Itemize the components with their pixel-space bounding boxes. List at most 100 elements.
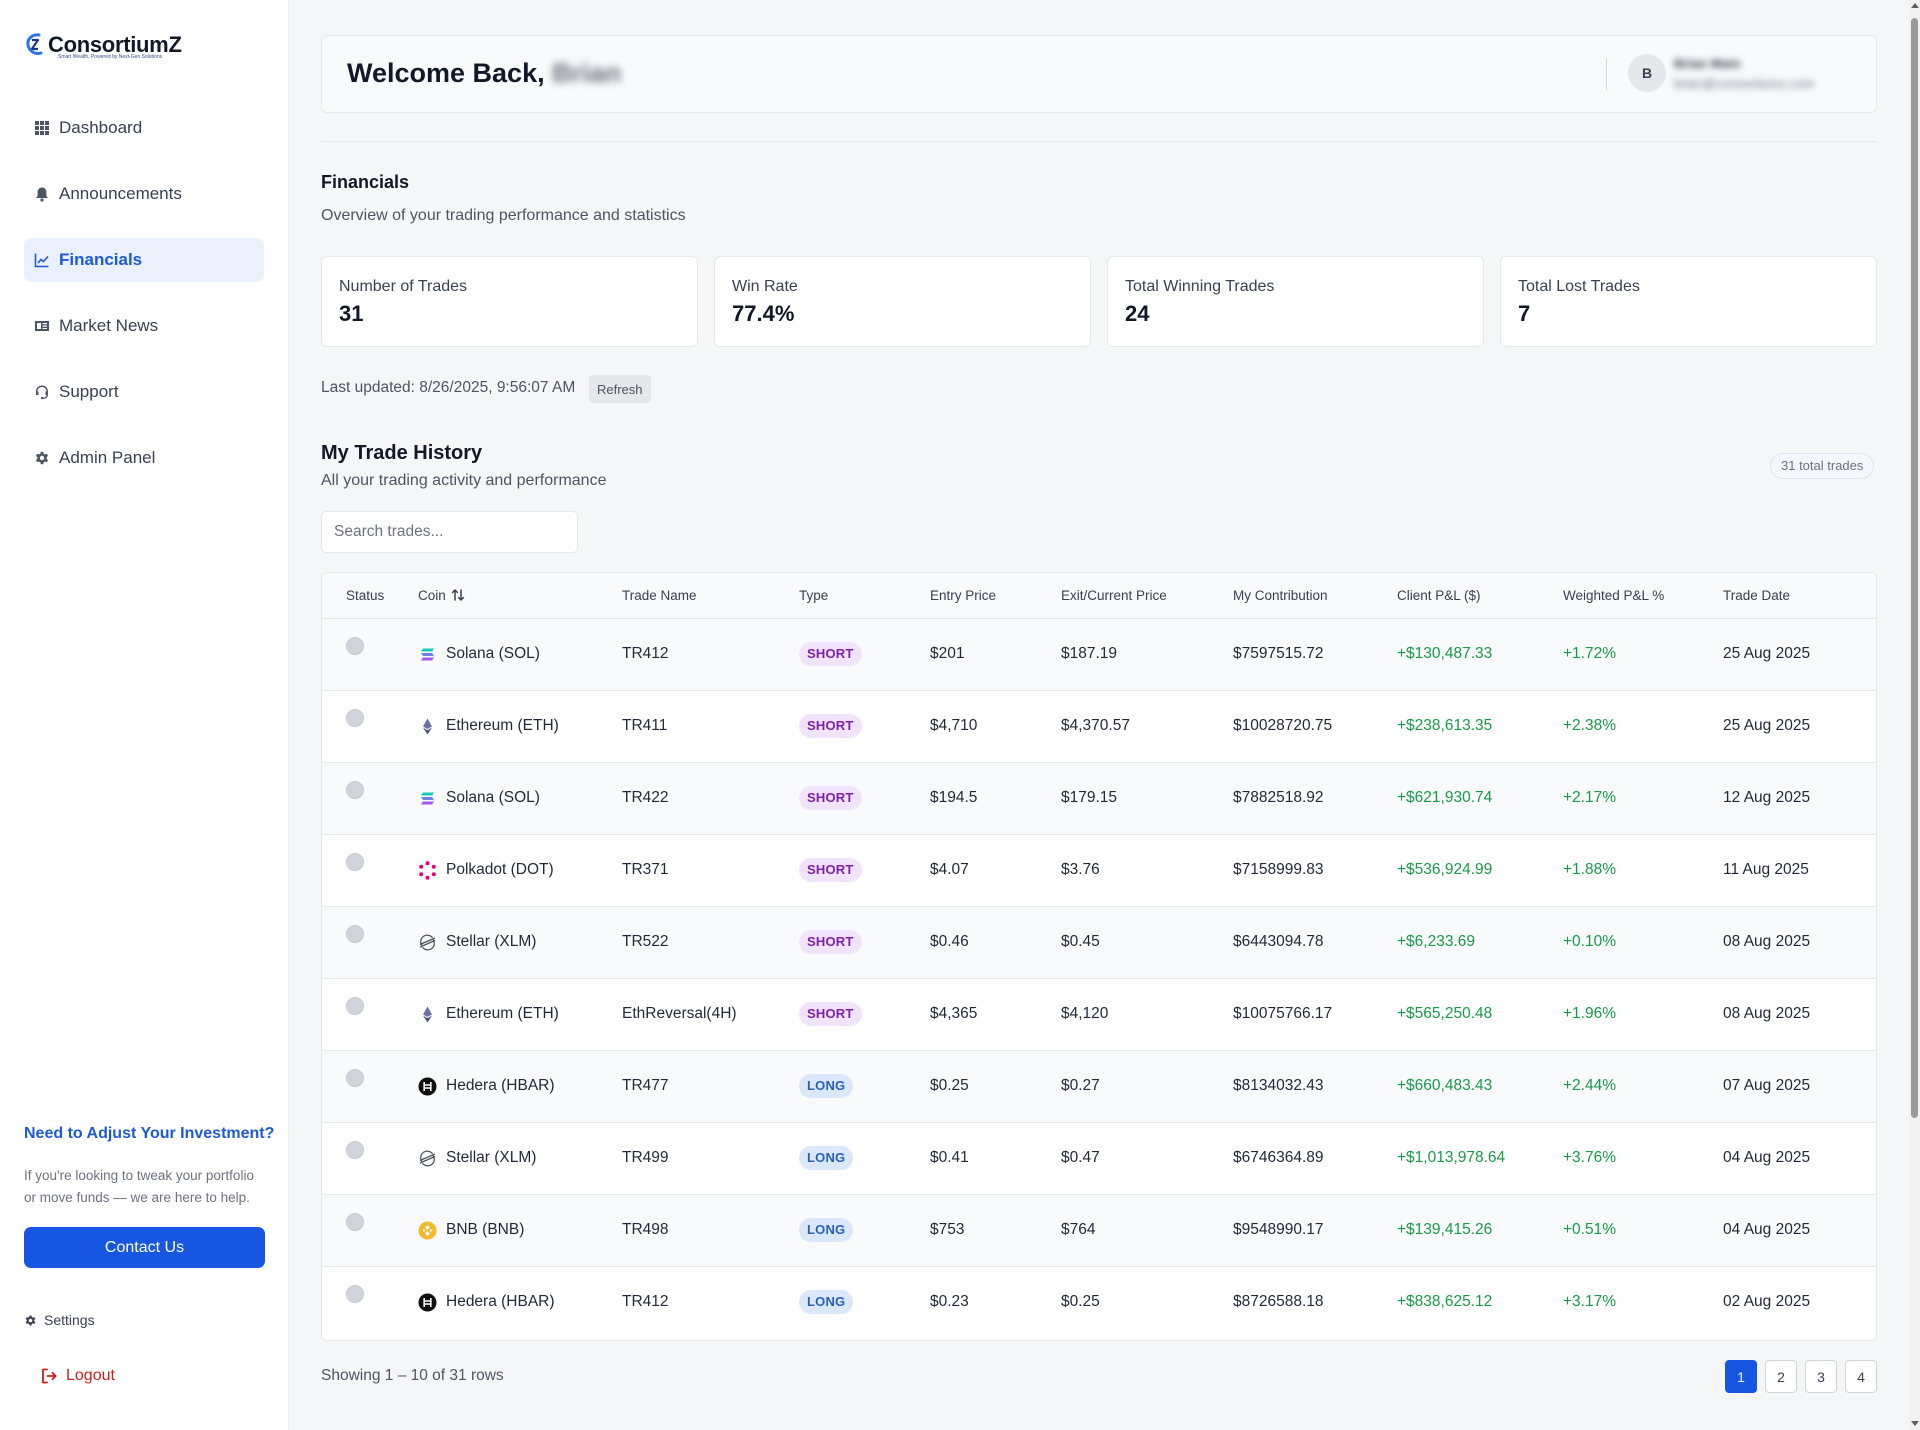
page-button-4[interactable]: 4 xyxy=(1845,1360,1877,1393)
table-row[interactable]: Stellar (XLM) TR499 LONG $0.41 $0.47 $6746364… xyxy=(322,1122,1876,1194)
status-cell xyxy=(322,1266,418,1338)
client-pnl: +$621,930.74 xyxy=(1397,789,1493,806)
status-indicator xyxy=(346,1284,364,1303)
type-cell: LONG xyxy=(799,1122,930,1194)
coin-name: Solana (SOL) xyxy=(446,789,540,806)
trade-type-badge: LONG xyxy=(799,1218,854,1242)
financials-subtitle: Overview of your trading performance and… xyxy=(321,207,686,224)
column-header-trade-name: Trade Name xyxy=(622,587,697,603)
page-scrollbar[interactable] xyxy=(1909,0,1920,1430)
page-button-1[interactable]: 1 xyxy=(1725,1360,1757,1393)
coin-name: Stellar (XLM) xyxy=(446,1149,537,1166)
divider xyxy=(1606,58,1607,90)
sort-icon[interactable] xyxy=(450,587,466,603)
main-content: Welcome Back, Brian B Brian Main brian@c… xyxy=(289,0,1909,1430)
type-cell: SHORT xyxy=(799,978,930,1050)
sidebar-item-support[interactable]: Support xyxy=(24,370,264,414)
stellar-icon xyxy=(418,933,437,952)
type-cell: SHORT xyxy=(799,906,930,978)
status-indicator xyxy=(346,1140,364,1159)
trade-date: 08 Aug 2025 xyxy=(1723,933,1811,950)
client-pnl: +$1,013,978.64 xyxy=(1397,1149,1506,1166)
coin-cell: Solana (SOL) xyxy=(418,618,622,690)
logout-button[interactable]: Logout xyxy=(40,1367,115,1385)
client-pnl: +$536,924.99 xyxy=(1397,861,1493,878)
sidebar-item-announcements[interactable]: Announcements xyxy=(24,172,264,216)
hedera-icon xyxy=(418,1077,437,1096)
search-trades-input[interactable] xyxy=(321,511,578,553)
page-button-2[interactable]: 2 xyxy=(1765,1360,1797,1393)
entry-price: $0.25 xyxy=(930,1077,969,1094)
exit-price: $187.19 xyxy=(1061,645,1118,662)
logout-label: Logout xyxy=(66,1367,115,1384)
polkadot-icon xyxy=(418,860,437,880)
exit-price: $3.76 xyxy=(1061,861,1100,878)
type-cell: LONG xyxy=(799,1266,930,1338)
coin-name: Ethereum (ETH) xyxy=(446,1005,559,1022)
sidebar-nav: Dashboard Announcements Financials Marke… xyxy=(24,106,264,502)
trade-name: TR411 xyxy=(622,717,668,734)
table-row[interactable]: Solana (SOL) TR412 SHORT $201 $187.19 $759751… xyxy=(322,618,1876,690)
table-row[interactable]: Hedera (HBAR) TR412 LONG $0.23 $0.25 $8726588… xyxy=(322,1266,1876,1338)
welcome-text: Welcome Back, xyxy=(347,58,545,88)
page-button-3[interactable]: 3 xyxy=(1805,1360,1837,1393)
trade-type-badge: LONG xyxy=(799,1074,854,1098)
avatar[interactable]: B xyxy=(1628,54,1666,92)
status-indicator xyxy=(346,636,364,655)
contact-us-button[interactable]: Contact Us xyxy=(24,1227,265,1268)
logo-tagline: Smart Wealth, Powered by Next-Gen Soluti… xyxy=(58,54,163,60)
sidebar-item-dashboard[interactable]: Dashboard xyxy=(24,106,264,150)
stat-label: Total Lost Trades xyxy=(1518,278,1640,295)
table-row[interactable]: Polkadot (DOT) TR371 SHORT $4.07 $3.76 $71589… xyxy=(322,834,1876,906)
trade-type-badge: LONG xyxy=(799,1146,854,1170)
settings-link[interactable]: Settings xyxy=(24,1312,95,1328)
trade-date: 02 Aug 2025 xyxy=(1723,1293,1811,1311)
total-trades-badge: 31 total trades xyxy=(1770,453,1875,479)
divider xyxy=(321,141,1877,142)
table-row[interactable]: Hedera (HBAR) TR477 LONG $0.25 $0.27 $8134032… xyxy=(322,1050,1876,1122)
table-row[interactable]: Stellar (XLM) TR522 SHORT $0.46 $0.45 $644309… xyxy=(322,906,1876,978)
coin-cell: Stellar (XLM) xyxy=(418,1122,622,1194)
status-cell xyxy=(322,834,418,906)
sidebar-item-financials[interactable]: Financials xyxy=(24,238,264,282)
refresh-button[interactable]: Refresh xyxy=(589,375,651,403)
status-cell xyxy=(322,1194,418,1266)
stat-card-number-of-trades: Number of Trades 31 xyxy=(321,256,698,347)
stat-card-total-lost-trades: Total Lost Trades 7 xyxy=(1500,256,1877,347)
trade-name: TR498 xyxy=(622,1221,669,1238)
trade-name: TR412 xyxy=(622,645,669,662)
table-row[interactable]: Ethereum (ETH) EthReversal(4H) SHORT $4,365… xyxy=(322,978,1876,1050)
pagination-summary: Showing 1 – 10 of 31 rows xyxy=(321,1367,504,1384)
column-header-exit-price: Exit/Current Price xyxy=(1061,587,1167,603)
scrollbar-thumb[interactable] xyxy=(1911,18,1918,1118)
entry-price: $0.41 xyxy=(930,1149,969,1166)
weighted-pnl: +2.17% xyxy=(1563,789,1617,806)
trade-date: 04 Aug 2025 xyxy=(1723,1221,1811,1238)
column-header-my-contribution: My Contribution xyxy=(1233,587,1328,603)
solana-icon xyxy=(418,789,437,808)
table-row[interactable]: BNB (BNB) TR498 LONG $753 $764 $9548990.17 +$1… xyxy=(322,1194,1876,1266)
table-row[interactable]: Ethereum (ETH) TR411 SHORT $4,710 $4,370.57 $… xyxy=(322,690,1876,762)
coin-name: Polkadot (DOT) xyxy=(446,861,554,878)
status-indicator xyxy=(346,1068,364,1087)
promo-title: Need to Adjust Your Investment? xyxy=(24,1125,275,1142)
weighted-pnl: +2.38% xyxy=(1563,717,1617,734)
coin-cell: Hedera (HBAR) xyxy=(418,1050,622,1122)
status-cell xyxy=(322,906,418,978)
coin-name: Hedera (HBAR) xyxy=(446,1293,555,1311)
table-row[interactable]: Solana (SOL) TR422 SHORT $194.5 $179.15 $7882… xyxy=(322,762,1876,834)
column-header-weighted-pnl: Weighted P&L % xyxy=(1563,587,1665,603)
sidebar-item-market-news[interactable]: Market News xyxy=(24,304,264,348)
column-header-coin[interactable]: Coin xyxy=(418,573,622,618)
scroll-up-arrow[interactable] xyxy=(1911,3,1919,8)
stat-label: Number of Trades xyxy=(339,278,468,295)
status-cell xyxy=(322,1122,418,1194)
stat-label: Total Winning Trades xyxy=(1125,278,1275,295)
trade-date: 25 Aug 2025 xyxy=(1723,645,1811,662)
trade-name: EthReversal(4H) xyxy=(622,1005,737,1022)
status-cell xyxy=(322,618,418,690)
scroll-down-arrow[interactable] xyxy=(1911,1421,1919,1426)
headset-icon xyxy=(36,385,48,399)
sidebar-item-label: Admin Panel xyxy=(59,448,156,467)
sidebar-item-admin-panel[interactable]: Admin Panel xyxy=(24,436,264,480)
